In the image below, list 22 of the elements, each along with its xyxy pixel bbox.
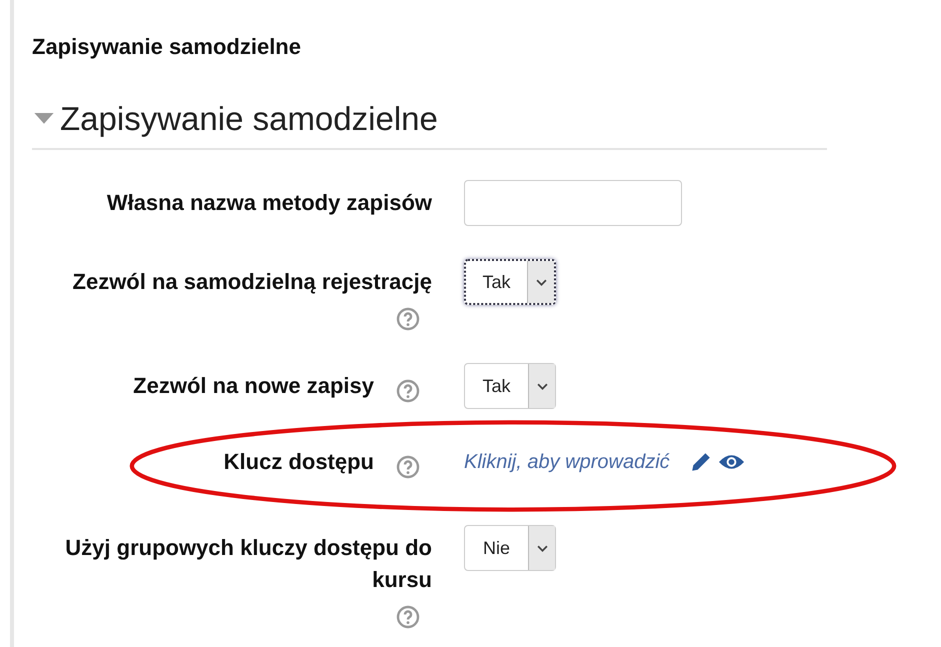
help-icon[interactable] (396, 378, 420, 403)
chevron-down-icon (536, 544, 548, 552)
text-input-field[interactable] (464, 180, 682, 226)
help-icon[interactable] (396, 306, 420, 331)
field-label: Własna nazwa metody zapisów (106, 189, 432, 217)
select-dropdown[interactable]: Nie (464, 525, 556, 571)
section-title[interactable]: Zapisywanie samodzielne (60, 100, 438, 138)
page-title: Zapisywanie samodzielne (32, 34, 302, 60)
chevron-down-icon (536, 278, 546, 286)
help-icon[interactable] (396, 454, 420, 479)
collapse-triangle-icon[interactable] (34, 113, 54, 125)
select-dropdown[interactable]: Tak (464, 363, 556, 409)
pencil-icon[interactable] (690, 451, 712, 473)
field-label: Zezwól na samodzielną rejestrację (72, 268, 432, 296)
field-label: Użyj grupowych kluczy dostępu do kursu (64, 534, 432, 594)
select-dropdown[interactable]: Tak (464, 259, 556, 305)
enter-key-link[interactable]: Kliknij, aby wprowadzić (464, 450, 670, 474)
field-label: Zezwól na nowe zapisy (133, 372, 374, 400)
help-icon[interactable] (396, 604, 420, 629)
eye-icon[interactable] (718, 453, 745, 471)
chevron-down-icon (536, 382, 548, 390)
field-label: Klucz dostępu (224, 448, 374, 476)
